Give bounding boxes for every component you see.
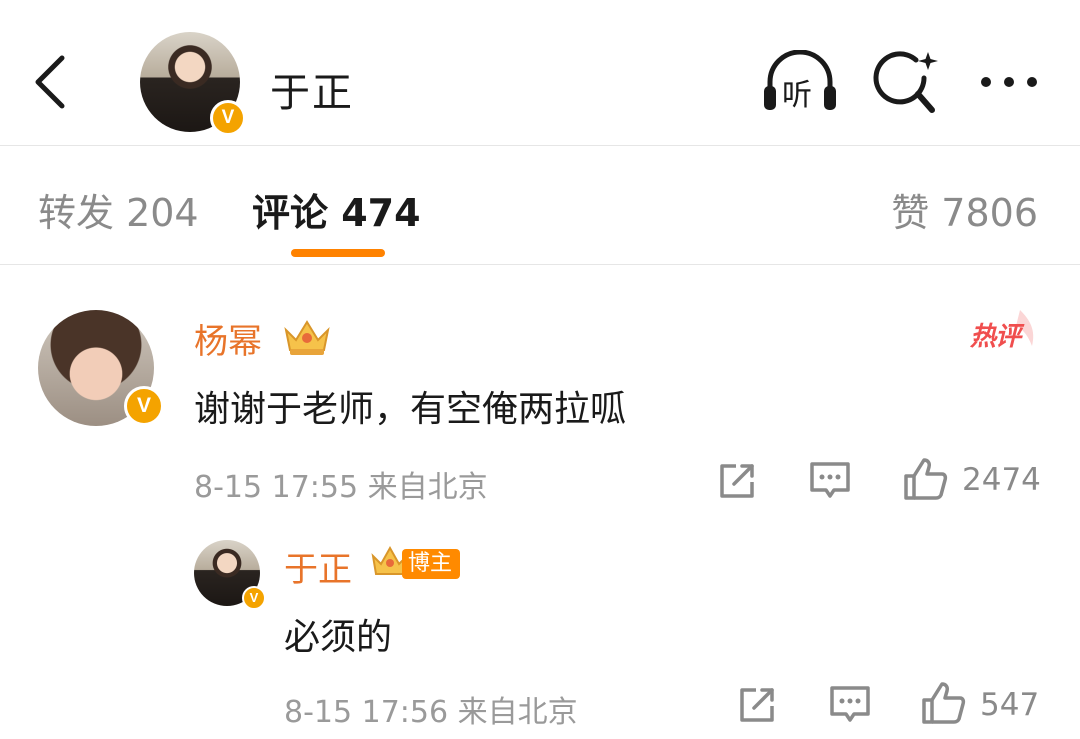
blogger-badge: 博主 [402, 549, 461, 579]
verified-badge-icon: V [124, 386, 164, 426]
commenter-avatar[interactable]: V [38, 310, 164, 430]
listen-icon[interactable]: 听 [760, 49, 840, 114]
share-icon[interactable] [736, 684, 778, 726]
back-icon[interactable] [28, 52, 76, 112]
reply-username[interactable]: 于正 [284, 542, 352, 591]
header-divider [0, 145, 1080, 146]
commenter-username[interactable]: 杨幂 [194, 314, 262, 363]
more-icon[interactable] [976, 68, 1046, 96]
tab-likes[interactable]: 赞 7806 [891, 182, 1038, 237]
reply-avatar[interactable]: V [194, 540, 266, 610]
listen-label: 听 [782, 78, 812, 113]
tab-reposts[interactable]: 转发 204 [38, 182, 199, 237]
author-avatar[interactable]: V [140, 32, 246, 136]
like-count: 2474 [962, 462, 1041, 498]
share-icon[interactable] [716, 460, 758, 502]
tab-comments[interactable]: 评论 474 [252, 182, 421, 237]
page-title: 于正 [270, 70, 354, 116]
comment-icon[interactable] [828, 684, 872, 726]
like-count: 547 [980, 687, 1040, 723]
hot-comment-badge: 热评 [966, 306, 1040, 356]
reply-meta: 8-15 17:56 来自北京 [284, 695, 578, 730]
reply-text: 必须的 [284, 617, 393, 658]
tabs-divider [0, 264, 1080, 265]
search-icon[interactable] [872, 48, 942, 118]
active-tab-indicator [291, 249, 385, 257]
verified-badge-icon: V [210, 100, 246, 136]
comment-meta: 8-15 17:55 来自北京 [194, 470, 488, 505]
comment-icon[interactable] [808, 460, 852, 502]
top-bar: V 于正 听 [0, 0, 1080, 145]
comment-text: 谢谢于老师，有空俺两拉呱 [194, 389, 627, 430]
verified-badge-icon: V [242, 586, 266, 610]
hot-comment-label: 热评 [970, 322, 1021, 352]
crown-icon [284, 320, 330, 355]
like-icon[interactable] [920, 680, 966, 726]
like-icon[interactable] [902, 456, 948, 502]
